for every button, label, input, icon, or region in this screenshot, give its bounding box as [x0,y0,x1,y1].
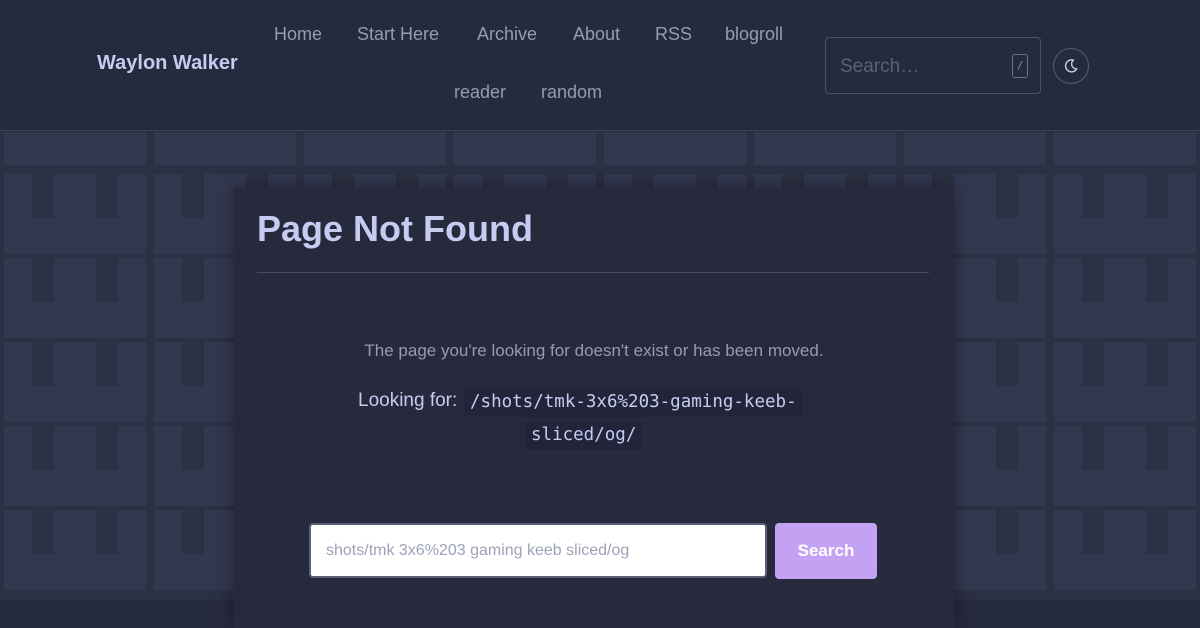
header-search-input[interactable] [838,52,1002,82]
site-brand-link[interactable]: Waylon Walker [97,52,238,75]
background-tile [154,132,296,165]
background-tile [4,132,146,165]
background-tile [754,132,896,165]
not-found-card: Page Not Found The page you're looking f… [234,188,954,628]
nav-link-about[interactable]: About [573,24,620,45]
background-tile [604,132,746,165]
nav-link-home[interactable]: Home [274,24,322,45]
background-tile [1054,426,1196,506]
missing-path-line-1: /shots/tmk-3x6%203-gaming-keeb- [464,389,803,417]
nav-link-random[interactable]: random [541,82,602,103]
nav-link-blogroll[interactable]: blogroll [725,24,783,45]
theme-toggle-button[interactable] [1053,48,1089,84]
header-search-box: / [825,37,1041,94]
background-tile [1054,174,1196,254]
nav-link-rss[interactable]: RSS [655,24,692,45]
search-shortcut-hint: / [1012,54,1028,78]
background-tile [4,258,146,338]
background-tile [904,132,1046,165]
looking-for-label: Looking for: [358,390,458,411]
background-tile [1054,342,1196,422]
background-tile [4,426,146,506]
nav-link-archive[interactable]: Archive [477,24,537,45]
search-label: Search for it [309,484,409,503]
nav-link-reader[interactable]: reader [454,82,506,103]
search-input[interactable] [309,523,767,578]
background-tile [4,174,146,254]
title-divider [257,272,929,273]
not-found-message: The page you're looking for doesn't exis… [364,341,824,360]
nav-link-start-here[interactable]: Start Here [357,24,439,45]
missing-path-line-2: sliced/og/ [525,422,643,450]
background-tile [1054,132,1196,165]
search-button[interactable]: Search [775,523,877,579]
moon-icon [1064,59,1078,73]
background-tile [1054,510,1196,590]
background-tile [454,132,596,165]
page-title: Page Not Found [257,208,533,249]
background-tile [4,342,146,422]
background-tile [304,132,446,165]
background-tile [1054,258,1196,338]
site-header: Waylon Walker Home Start Here Archive Ab… [0,0,1200,131]
background-tile [4,510,146,590]
